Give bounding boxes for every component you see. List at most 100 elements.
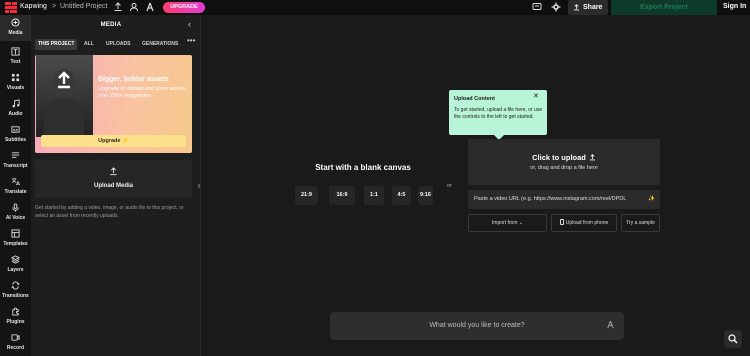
- rail-label: Translate: [4, 189, 27, 195]
- layers-icon: [11, 255, 20, 264]
- rail-label: AI Voice: [5, 215, 26, 221]
- upgrade-button[interactable]: UPGRADE: [163, 2, 205, 13]
- rail-item-translate[interactable]: Translate: [0, 174, 31, 200]
- record-icon: [11, 334, 20, 341]
- rail-label: Audio: [8, 111, 23, 117]
- captions-icon: [11, 126, 20, 133]
- rail-item-visuals[interactable]: Visuals: [0, 70, 31, 96]
- upload-media-button[interactable]: Upload Media: [35, 160, 192, 198]
- tab-uploads[interactable]: UPLOADS: [103, 39, 133, 50]
- templates-icon: [11, 229, 20, 238]
- rail-item-record[interactable]: Record: [0, 330, 31, 356]
- upload-icon: [589, 154, 595, 161]
- rail-item-plugins[interactable]: Plugins: [0, 304, 31, 330]
- upload-tooltip: Upload Content ✕ To get started, upload …: [449, 90, 547, 140]
- url-placeholder: Paste a video URL (e.g. https://www.inst…: [474, 196, 627, 202]
- tab-all[interactable]: ALL: [81, 39, 97, 50]
- panel-hint-text: Get started by adding a video, image, or…: [35, 205, 184, 219]
- upload-dropzone[interactable]: Click to upload or, drag and drop a file…: [468, 139, 660, 185]
- or-divider: or: [447, 183, 452, 189]
- export-project-button[interactable]: Export Project: [611, 0, 717, 15]
- translate-icon: [11, 177, 20, 186]
- sign-in-link[interactable]: Sign In: [723, 2, 746, 12]
- ratio-button-9-16[interactable]: 9:16: [418, 186, 433, 205]
- close-icon[interactable]: ✕: [533, 93, 539, 100]
- upgrade-promo-card: Bigger, bolder assets Upgrade to upload …: [35, 55, 192, 153]
- upload-icon[interactable]: [113, 2, 123, 12]
- dropzone-title: Click to upload: [468, 153, 660, 162]
- user-icon[interactable]: [129, 2, 139, 12]
- transcript-icon: [11, 152, 20, 158]
- rail-item-transcript[interactable]: Transcript: [0, 148, 31, 174]
- panel-resize-handle[interactable]: [198, 184, 200, 188]
- ratio-button-16-9[interactable]: 16:9: [329, 186, 355, 205]
- more-options-icon[interactable]: •••: [187, 37, 195, 45]
- ai-prompt-input[interactable]: What would you like to create?: [330, 312, 624, 340]
- collapse-panel-icon[interactable]: ‹: [188, 20, 191, 29]
- breadcrumb-separator: >: [52, 3, 57, 10]
- tab-generations[interactable]: GENERATIONS: [139, 39, 181, 50]
- tool-rail: Media Text Visuals Audio Subtitles Trans…: [0, 15, 31, 356]
- rail-label: Visuals: [6, 85, 25, 91]
- rail-item-subtitles[interactable]: Subtitles: [0, 122, 31, 148]
- project-title[interactable]: Untitled Project: [60, 2, 107, 12]
- sparkle-icon[interactable]: ✨: [648, 190, 655, 209]
- ratio-button-21-9[interactable]: 21:9: [295, 186, 318, 205]
- rail-item-audio[interactable]: Audio: [0, 96, 31, 122]
- transitions-icon: [11, 281, 20, 290]
- top-bar: Kapwing > Untitled Project UPGRADE Share…: [0, 0, 750, 15]
- rail-item-templates[interactable]: Templates: [0, 226, 31, 252]
- rail-label: Text: [10, 59, 21, 65]
- promo-subtitle: Upgrade to upload and store assets over …: [98, 86, 186, 99]
- dropzone-subtitle: or, drag and drop a file here: [530, 165, 598, 171]
- dropzone-title-text: Click to upload: [532, 153, 586, 162]
- share-button[interactable]: Share: [568, 0, 608, 15]
- promo-title: Bigger, bolder assets: [98, 76, 169, 83]
- promo-image: [36, 55, 93, 137]
- upload-media-label: Upload Media: [93, 183, 133, 189]
- brand-name[interactable]: Kapwing: [20, 2, 47, 12]
- rail-item-ai-voice[interactable]: AI Voice: [0, 200, 31, 226]
- shapes-icon: [11, 73, 20, 82]
- rail-label: Plugins: [6, 319, 25, 325]
- text-icon: [11, 47, 20, 56]
- microphone-icon: [12, 203, 19, 212]
- upload-from-phone-button[interactable]: Upload from phone: [551, 214, 617, 232]
- rail-label: Templates: [3, 241, 28, 247]
- rail-label: Transcript: [3, 163, 28, 169]
- plus-icon: [11, 18, 20, 27]
- share-label: Share: [583, 4, 603, 11]
- search-icon: [728, 334, 738, 344]
- rail-label: Subtitles: [4, 137, 27, 143]
- upload-arrow-icon: [58, 71, 70, 89]
- blank-canvas-title: Start with a blank canvas: [315, 163, 411, 172]
- kapwing-logo-icon[interactable]: [5, 2, 17, 13]
- plugin-icon: [12, 307, 19, 316]
- tab-this-project[interactable]: THIS PROJECT: [35, 39, 78, 50]
- import-from-dropdown[interactable]: Import from ⌄: [468, 214, 547, 232]
- tooltip-title: Upload Content: [454, 96, 495, 102]
- rail-item-transitions[interactable]: Transitions: [0, 278, 31, 304]
- music-note-icon: [12, 99, 20, 108]
- share-icon: [574, 4, 579, 11]
- phone-icon: [559, 219, 564, 225]
- gear-icon[interactable]: [551, 2, 561, 12]
- ratio-button-4-5[interactable]: 4:5: [392, 186, 411, 205]
- upload-from-phone-label: Upload from phone: [565, 220, 609, 226]
- panel-title: MEDIA: [100, 22, 122, 28]
- ratio-button-1-1[interactable]: 1:1: [364, 186, 384, 205]
- comment-icon[interactable]: [532, 2, 542, 12]
- rail-label: Transitions: [2, 293, 29, 299]
- rail-item-layers[interactable]: Layers: [0, 252, 31, 278]
- promo-upgrade-button[interactable]: Upgrade ⚡: [41, 135, 186, 147]
- tooltip-body: To get started, upload a file here, or u…: [454, 107, 543, 120]
- person-run-icon[interactable]: [145, 2, 155, 12]
- video-url-input[interactable]: Paste a video URL (e.g. https://www.inst…: [468, 190, 660, 209]
- search-button[interactable]: [724, 330, 742, 348]
- try-sample-button[interactable]: Try a sample: [621, 214, 660, 232]
- rail-label: Media: [8, 30, 23, 36]
- rail-item-text[interactable]: Text: [0, 44, 31, 70]
- rail-item-media[interactable]: Media: [0, 15, 31, 41]
- person-run-icon[interactable]: [606, 320, 615, 329]
- rail-label: Record: [6, 345, 25, 351]
